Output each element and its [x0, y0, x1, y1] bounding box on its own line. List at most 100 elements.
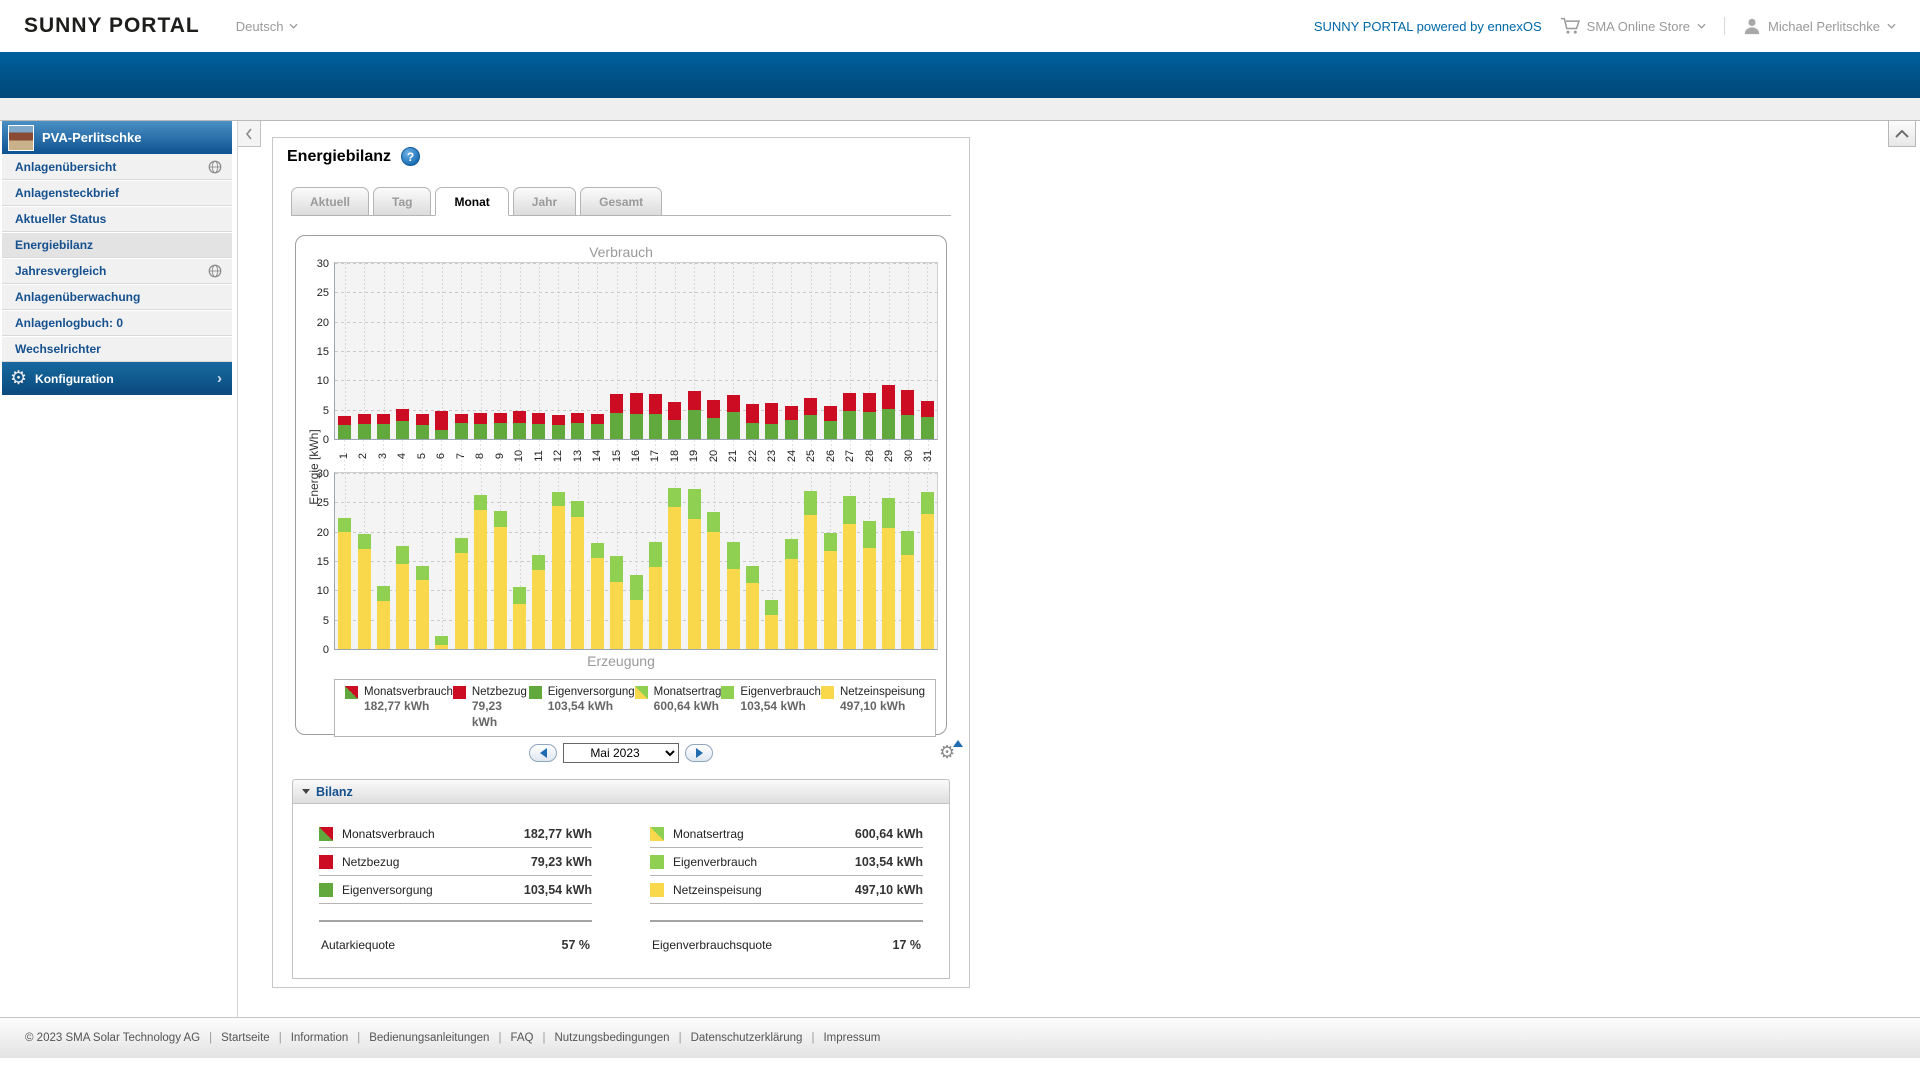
legend-item-monatsverbrauch: Monatsverbrauch 182,77 kWh — [345, 685, 453, 731]
bar-segment-eigenverbrauch — [571, 501, 585, 517]
footer-link-impressum[interactable]: Impressum — [823, 1032, 880, 1044]
bilanz-value: 182,77 kWh — [523, 826, 592, 841]
chart-bar-day-11 — [529, 473, 548, 649]
powered-by-link[interactable]: SUNNY PORTAL powered by ennexOS — [1314, 19, 1542, 34]
collapse-triangle-icon — [302, 789, 310, 794]
tab-jahr[interactable]: Jahr — [512, 187, 577, 215]
stacked-bar — [338, 518, 352, 649]
tab-monat[interactable]: Monat — [435, 187, 509, 216]
bar-segment-netzeinspeisung — [668, 507, 682, 649]
tab-tag[interactable]: Tag — [373, 187, 432, 215]
stacked-bar — [610, 393, 624, 439]
chart-bar-day-14 — [587, 263, 606, 439]
sunny-portal-logo: SUNNY PORTAL — [24, 14, 200, 37]
chart-settings-button[interactable]: ⚙ — [939, 740, 963, 765]
bar-segment-eigenverbrauch — [590, 543, 604, 559]
scroll-top-button[interactable] — [1888, 121, 1916, 147]
plant-photo-thumbnail — [8, 124, 34, 151]
sidebar-item-wechselrichter[interactable]: Wechselrichter — [2, 336, 232, 362]
chevron-up-icon — [1895, 129, 1909, 138]
chart-bar-day-27 — [840, 263, 859, 439]
previous-month-button[interactable] — [529, 744, 557, 762]
y-tick-label: 5 — [322, 614, 329, 627]
stacked-bar — [493, 412, 507, 439]
bar-segment-eigenverbrauch — [610, 555, 624, 583]
sidebar-item-anlagenlogbuch-0[interactable]: Anlagenlogbuch: 0 — [2, 310, 232, 336]
footer-link-information[interactable]: Information — [291, 1032, 349, 1044]
month-select[interactable]: Mai 2023 — [563, 743, 679, 763]
stacked-bar — [338, 415, 352, 439]
legend-swatch — [634, 686, 648, 699]
bilanz-quote-row: Autarkiequote 57 % — [319, 922, 592, 952]
sidebar-item-anlagen-berwachung[interactable]: Anlagenüberwachung — [2, 284, 232, 310]
user-menu[interactable]: Michael Perlitschke — [1743, 17, 1896, 35]
bar-segment-eigenversorgung — [377, 424, 391, 439]
day-label-cell: 27 — [841, 440, 860, 472]
chart-bar-day-3 — [374, 263, 393, 439]
sidebar-item-energiebilanz[interactable]: Energiebilanz — [2, 232, 232, 258]
help-icon[interactable]: ? — [401, 147, 421, 166]
bilanz-label: Eigenverbrauch — [673, 854, 758, 869]
day-label-cell: 17 — [646, 440, 665, 472]
next-month-button[interactable] — [685, 744, 713, 762]
footer-separator: | — [209, 1032, 213, 1044]
stacked-bar — [396, 409, 410, 439]
bar-segment-eigenverbrauch — [882, 497, 896, 529]
footer-link-startseite[interactable]: Startseite — [221, 1032, 270, 1044]
bar-segment-netzbezug — [338, 415, 352, 425]
bilanz-swatch — [319, 882, 333, 897]
bar-segment-eigenverbrauch — [687, 489, 701, 519]
chart-bar-day-6 — [432, 473, 451, 649]
sidebar-item-anlagensteckbrief[interactable]: Anlagensteckbrief — [2, 180, 232, 206]
y-tick-label: 15 — [316, 346, 329, 358]
bilanz-header[interactable]: Bilanz — [292, 779, 950, 804]
production-plot — [334, 472, 938, 650]
stacked-bar — [882, 385, 896, 439]
bar-segment-netzbezug — [707, 400, 721, 419]
bar-segment-eigenversorgung — [338, 424, 352, 439]
stacked-bar — [804, 397, 818, 439]
day-label: 1 — [337, 452, 350, 460]
legend-label: Netzbezug — [471, 686, 527, 698]
sidebar-collapse-button[interactable] — [238, 121, 261, 147]
stacked-bar — [862, 392, 876, 439]
bar-segment-eigenverbrauch — [377, 586, 391, 601]
stacked-bar — [668, 402, 682, 439]
sidebar: PVA-Perlitschke Anlagenübersicht Anlagens… — [2, 121, 232, 395]
footer-link-bedienungsanleitungen[interactable]: Bedienungsanleitungen — [369, 1032, 489, 1044]
sidebar-item-label: Aktueller Status — [15, 212, 107, 226]
bar-segment-eigenverbrauch — [746, 566, 760, 583]
chart-bar-day-20 — [704, 263, 723, 439]
sidebar-item-jahresvergleich[interactable]: Jahresvergleich — [2, 258, 232, 284]
bar-segment-netzeinspeisung — [590, 558, 604, 649]
footer-link-faq[interactable]: FAQ — [510, 1032, 533, 1044]
legend-swatch — [721, 686, 735, 699]
day-label-cell: 5 — [412, 440, 431, 472]
legend-swatch — [345, 686, 358, 699]
bilanz-value: 103,54 kWh — [523, 882, 592, 897]
sidebar-menu: Anlagenübersicht Anlagensteckbrief Aktuell… — [2, 154, 232, 362]
bilanz-value: 103,54 kWh — [854, 854, 923, 869]
sidebar-item-anlagen-bersicht[interactable]: Anlagenübersicht — [2, 154, 232, 180]
footer-link-nutzungsbedingungen[interactable]: Nutzungsbedingungen — [554, 1032, 669, 1044]
language-dropdown[interactable]: Deutsch — [236, 19, 299, 34]
legend-label: Eigenversorgung — [547, 686, 635, 698]
sidebar-item-konfiguration[interactable]: ⚙ Konfiguration › — [2, 362, 232, 395]
sidebar-item-label: Energiebilanz — [15, 238, 94, 252]
bar-segment-eigenversorgung — [513, 422, 526, 439]
footer-link-datenschutzerkl-rung[interactable]: Datenschutzerklärung — [691, 1032, 803, 1044]
chart-bar-day-21 — [723, 473, 742, 649]
bilanz-swatch — [650, 826, 664, 841]
bilanz-label: Eigenversorgung — [342, 882, 433, 897]
tab-gesamt[interactable]: Gesamt — [580, 187, 663, 215]
bilanz-label: Netzbezug — [342, 854, 400, 869]
tab-aktuell[interactable]: Aktuell — [291, 187, 370, 215]
day-label-cell: 8 — [470, 440, 489, 472]
bar-segment-netzeinspeisung — [532, 569, 546, 649]
sidebar-item-aktueller-status[interactable]: Aktueller Status — [2, 206, 232, 232]
day-label: 9 — [493, 452, 506, 460]
day-label-cell: 6 — [431, 440, 450, 472]
legend-text: Netzeinspeisung 497,10 kWh — [840, 685, 925, 715]
plant-header[interactable]: PVA-Perlitschke — [2, 121, 232, 154]
online-store-menu[interactable]: SMA Online Store — [1560, 17, 1706, 35]
